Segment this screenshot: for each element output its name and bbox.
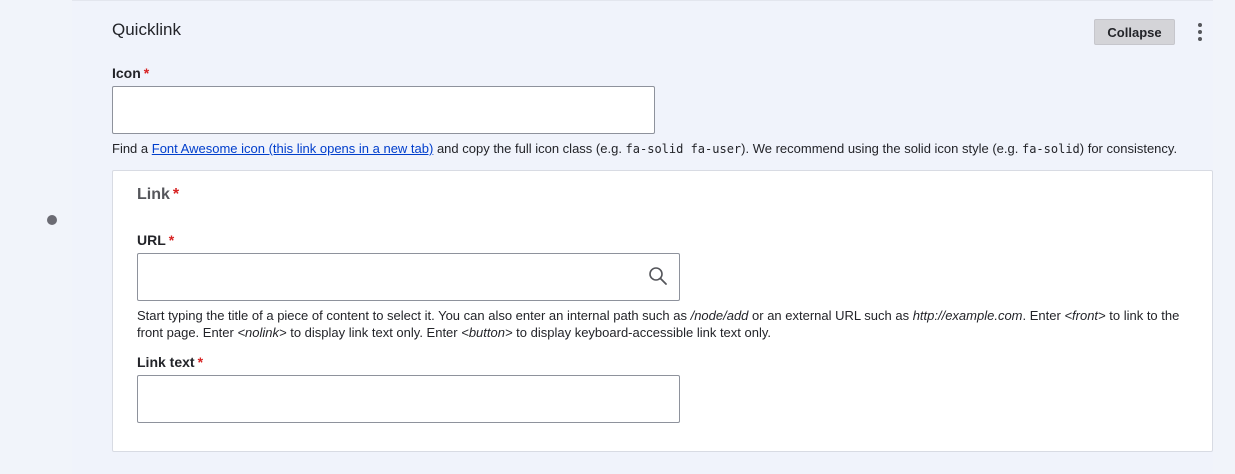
link-text-input[interactable]	[137, 375, 680, 423]
url-field-description: Start typing the title of a piece of con…	[137, 308, 1180, 340]
icon-field-description: Find a Font Awesome icon (this link open…	[112, 141, 1178, 156]
url-input[interactable]	[137, 253, 680, 301]
required-marker: *	[168, 232, 175, 248]
kebab-vertical-icon[interactable]	[1192, 22, 1208, 42]
drag-status-dot	[47, 215, 57, 225]
required-marker: *	[197, 354, 204, 370]
link-text-field-label: Link text *	[137, 354, 204, 370]
url-field-label: URL *	[137, 232, 175, 248]
icon-input[interactable]	[112, 86, 655, 134]
font-awesome-link[interactable]: Font Awesome icon (this link opens in a …	[152, 141, 434, 156]
link-fieldset-legend: Link *	[137, 186, 180, 203]
icon-field-label: Icon *	[112, 65, 150, 81]
collapse-button[interactable]: Collapse	[1094, 19, 1175, 45]
required-marker: *	[143, 65, 150, 81]
search-icon	[649, 267, 667, 285]
paragraph-title: Quicklink	[112, 20, 181, 39]
required-marker: *	[172, 186, 180, 203]
